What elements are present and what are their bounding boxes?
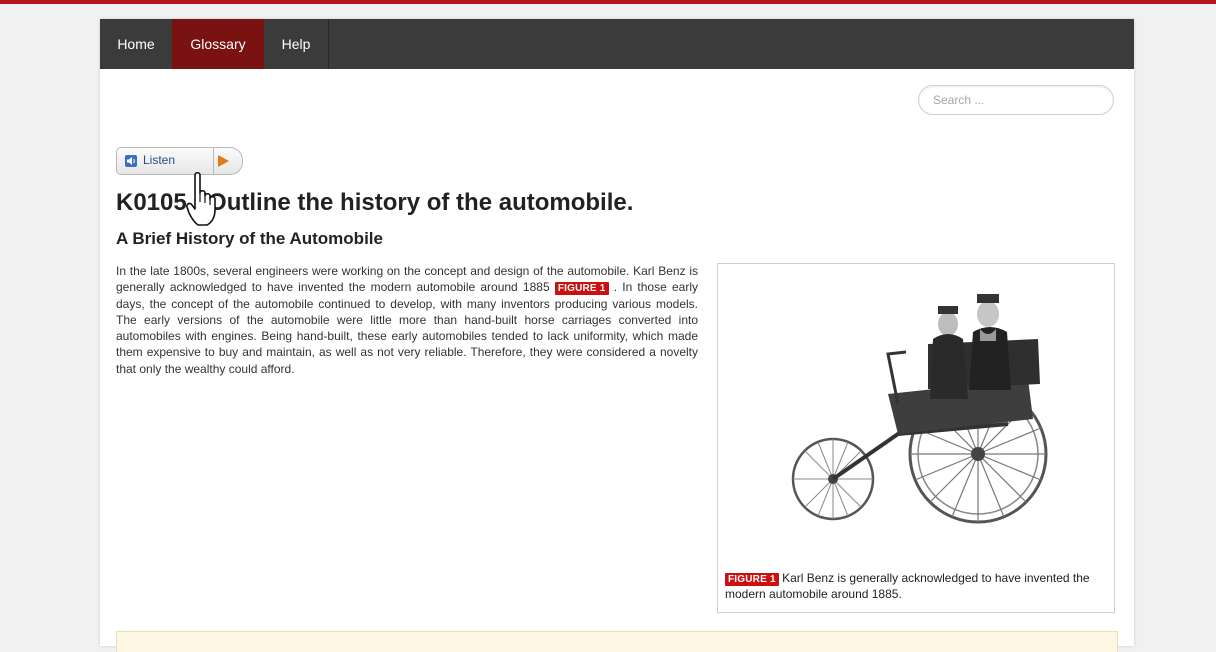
section-heading: A Brief History of the Automobile	[116, 229, 383, 248]
paragraph-text-end: . In those early days, the concept of th…	[116, 280, 698, 376]
nav-home[interactable]: Home	[100, 19, 172, 69]
intro-paragraph: In the late 1800s, several engineers wer…	[116, 263, 698, 377]
page-container: Home Glossary Help Listen K0105 - Outlin…	[100, 19, 1134, 652]
top-navigation: Home Glossary Help	[100, 19, 1134, 69]
figure-1-link[interactable]: FIGURE 1	[554, 282, 609, 296]
nav-glossary[interactable]: Glossary	[172, 19, 264, 69]
figure-caption: FIGURE 1 Karl Benz is generally acknowle…	[725, 570, 1105, 602]
search-input[interactable]	[918, 85, 1114, 115]
nav-help[interactable]: Help	[264, 19, 329, 69]
benz-motorwagen-image	[791, 294, 1048, 524]
figure-caption-text: Karl Benz is generally acknowledged to h…	[725, 571, 1090, 601]
figure-caption-tag: FIGURE 1	[725, 573, 779, 586]
top-rule	[0, 0, 1216, 4]
listen-widget: Listen	[116, 147, 244, 175]
paragraph-text-start: In the late 1800s, several engineers wer…	[116, 264, 698, 295]
listen-label: Listen	[143, 153, 176, 167]
speaker-icon	[125, 155, 137, 167]
figure-1: FIGURE 1 Karl Benz is generally acknowle…	[717, 263, 1115, 613]
play-icon	[218, 155, 229, 167]
info-panel	[116, 631, 1118, 652]
hand-cursor-icon	[186, 171, 216, 226]
